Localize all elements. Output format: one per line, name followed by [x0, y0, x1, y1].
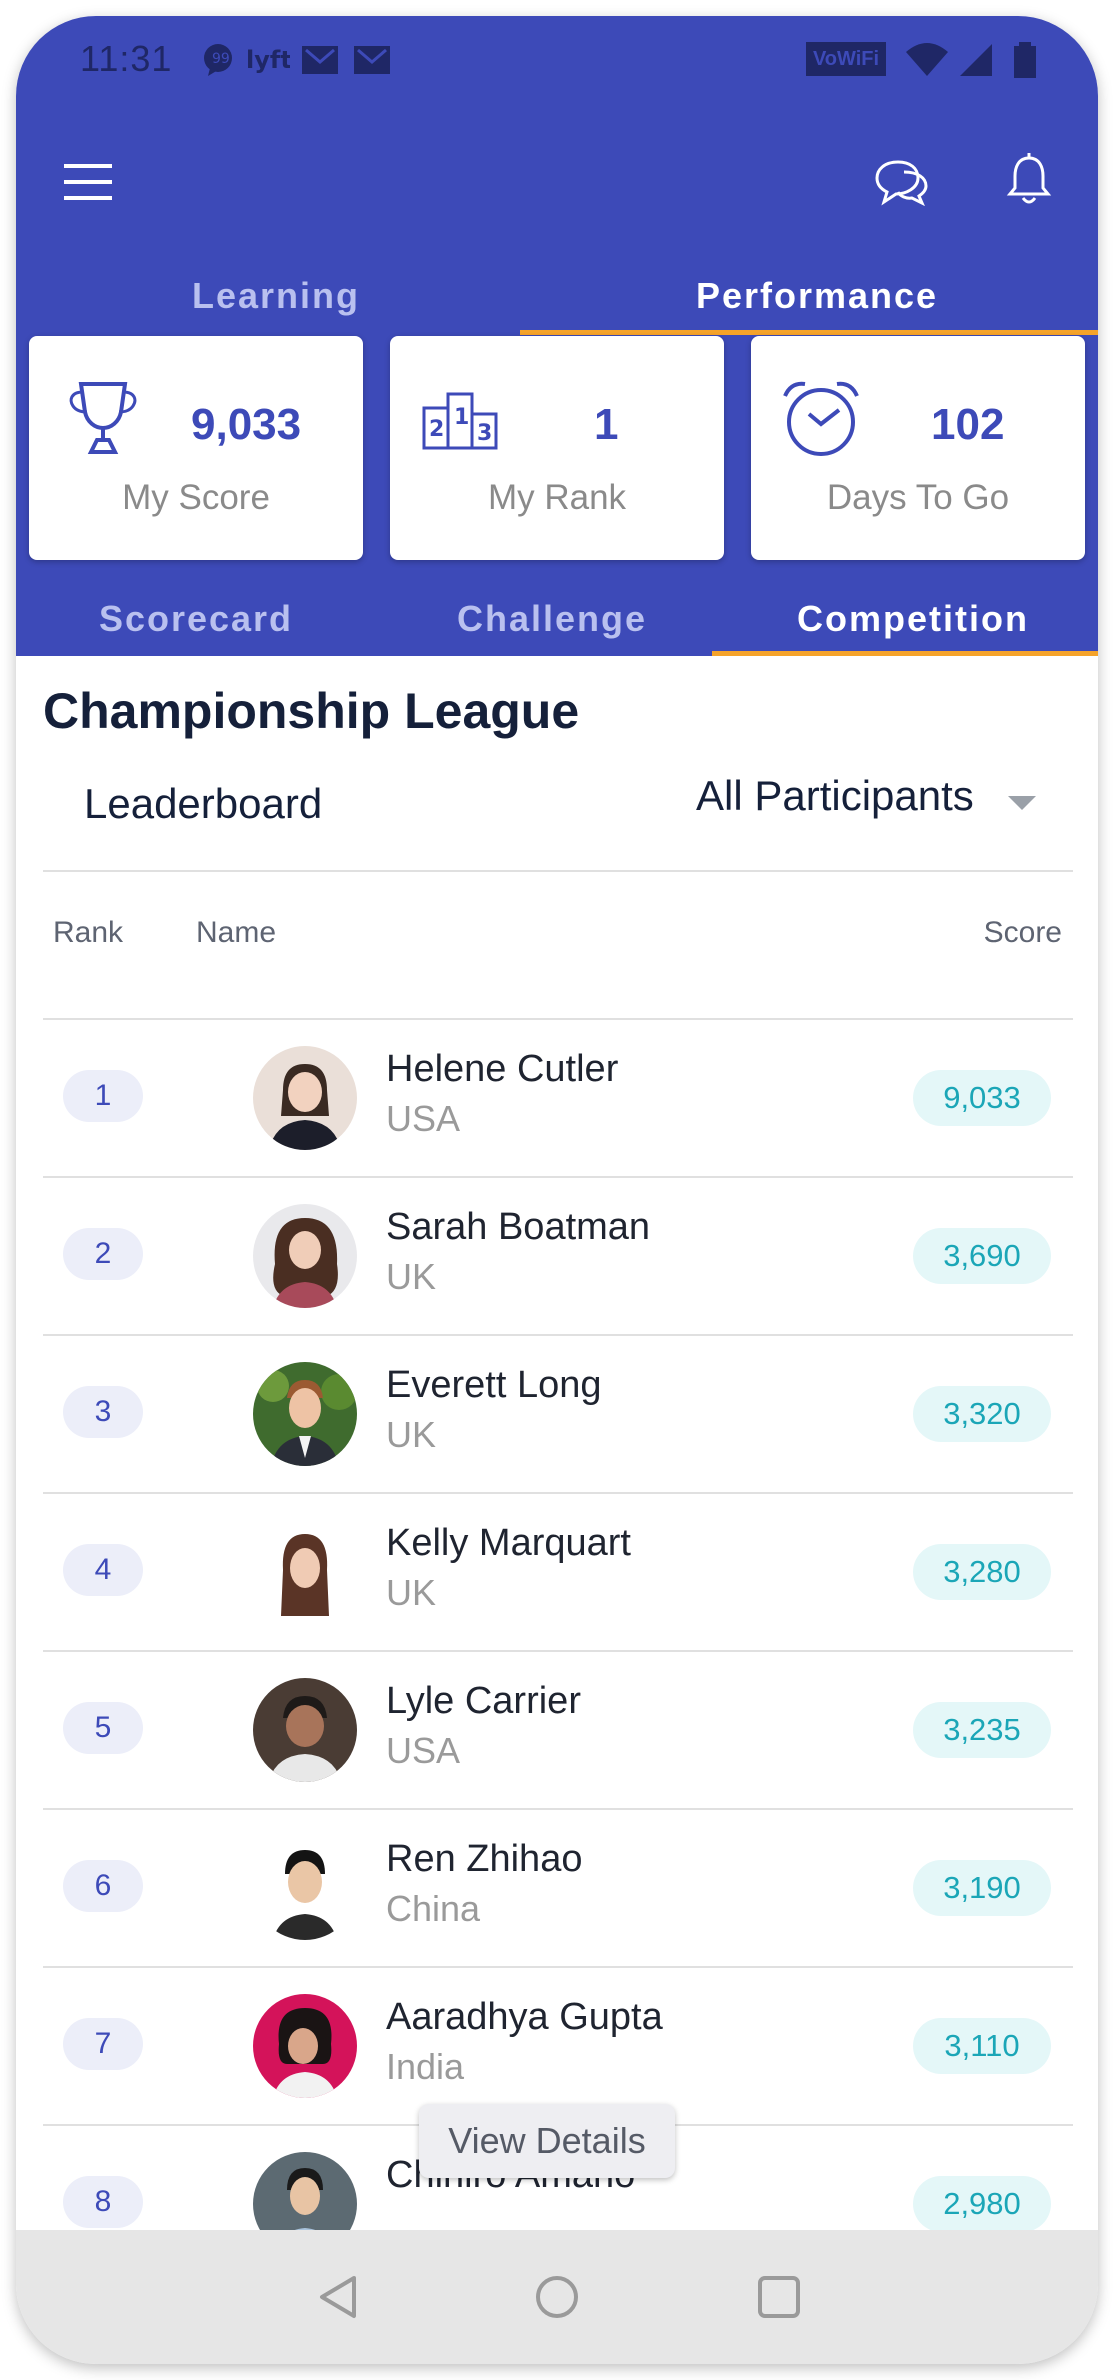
tab-performance[interactable]: Performance — [536, 256, 1098, 336]
chevron-down-icon — [1008, 796, 1036, 810]
participant-country: UK — [386, 1414, 437, 1455]
score-badge: 3,690 — [913, 1228, 1051, 1284]
avatar — [253, 1204, 357, 1308]
participant-name: Lyle Carrier — [386, 1680, 581, 1722]
leaderboard-row[interactable]: 2 Sarah Boatman UK 3,690 — [43, 1178, 1073, 1336]
participant-name: Helene Cutler — [386, 1048, 619, 1090]
league-title: Championship League — [43, 683, 580, 739]
svg-text:1: 1 — [454, 405, 469, 430]
avatar — [253, 1362, 357, 1466]
participant-country: UK — [386, 1572, 437, 1613]
leaderboard-row[interactable]: 7 Aaradhya Gupta India 3,110 — [43, 1968, 1073, 2126]
score-label: My Score — [122, 478, 270, 517]
stat-card-score[interactable]: 9,033 My Score — [29, 336, 363, 560]
avatar — [253, 1520, 357, 1624]
alarm-clock-icon — [783, 381, 859, 456]
leaderboard-row[interactable]: 5 Lyle Carrier USA 3,235 — [43, 1652, 1073, 1810]
notification-bell-icon[interactable] — [1006, 152, 1052, 208]
main-tabs: Learning Performance — [16, 256, 1098, 336]
leaderboard-row[interactable]: 1 Helene Cutler USA 9,033 — [43, 1020, 1073, 1178]
participants-filter-dropdown[interactable]: All Participants — [696, 772, 1036, 832]
view-details-tooltip[interactable]: View Details — [419, 2104, 675, 2178]
filter-selected-value: All Participants — [696, 772, 974, 819]
svg-text:99: 99 — [212, 51, 230, 67]
tab-challenge[interactable]: Challenge — [376, 598, 728, 640]
rank-label: My Rank — [487, 478, 627, 517]
performance-subtabs: Scorecard Challenge Competition — [16, 582, 1098, 656]
avatar — [253, 1046, 357, 1150]
trophy-icon — [69, 382, 137, 454]
tab-learning[interactable]: Learning — [16, 256, 536, 336]
rank-badge: 5 — [63, 1702, 143, 1754]
chat-icon[interactable] — [874, 156, 930, 206]
score-badge: 3,190 — [913, 1860, 1051, 1916]
subtab-indicator — [712, 651, 1098, 656]
score-badge: 3,320 — [913, 1386, 1051, 1442]
score-value: 9,033 — [191, 400, 302, 449]
avatar — [253, 1836, 357, 1940]
stat-card-rank[interactable]: 2 1 3 1 My Rank — [390, 336, 724, 560]
avatar — [253, 1994, 357, 2098]
participant-name: Aaradhya Gupta — [386, 1996, 663, 2038]
participant-name: Everett Long — [386, 1364, 602, 1406]
back-icon[interactable] — [316, 2274, 360, 2320]
svg-text:2: 2 — [429, 417, 444, 442]
participant-country: USA — [386, 1098, 461, 1139]
recents-icon[interactable] — [756, 2274, 802, 2320]
status-bar: 11:31 99 lyft VoWiFi — [16, 16, 1098, 112]
participant-country: USA — [386, 1730, 461, 1771]
rank-badge: 4 — [63, 1544, 143, 1596]
phone-frame: 11:31 99 lyft VoWiFi Learning Performanc… — [16, 16, 1098, 2364]
column-header-score[interactable]: Score — [984, 916, 1062, 950]
participant-name: Kelly Marquart — [386, 1522, 631, 1564]
score-badge: 3,110 — [913, 2018, 1051, 2074]
leaderboard-row[interactable]: 3 Everett Long UK 3,320 — [43, 1336, 1073, 1494]
rank-badge: 2 — [63, 1228, 143, 1280]
score-badge: 9,033 — [913, 1070, 1051, 1126]
rank-badge: 6 — [63, 1860, 143, 1912]
signal-icon — [960, 44, 992, 76]
battery-icon — [1014, 42, 1036, 78]
participant-country: UK — [386, 1256, 437, 1297]
column-header-name[interactable]: Name — [196, 916, 276, 950]
rank-badge: 7 — [63, 2018, 143, 2070]
chat-notification-icon: 99 — [204, 44, 232, 76]
podium-icon: 2 1 3 — [422, 392, 498, 450]
participant-country: India — [386, 2046, 465, 2087]
home-icon[interactable] — [534, 2274, 580, 2320]
vowifi-badge: VoWiFi — [806, 42, 886, 76]
svg-text:3: 3 — [477, 421, 492, 446]
mail-icon — [302, 46, 338, 74]
participant-name: Sarah Boatman — [386, 1206, 651, 1248]
menu-icon[interactable] — [62, 162, 114, 202]
leaderboard-row[interactable]: 4 Kelly Marquart UK 3,280 — [43, 1494, 1073, 1652]
wifi-icon — [906, 43, 948, 76]
tab-indicator — [520, 330, 1098, 335]
leaderboard-label: Leaderboard — [84, 780, 323, 827]
tab-competition[interactable]: Competition — [728, 598, 1098, 640]
rank-badge: 1 — [63, 1070, 143, 1122]
participant-country: China — [386, 1888, 481, 1929]
rank-badge: 3 — [63, 1386, 143, 1438]
stat-card-days[interactable]: 102 Days To Go — [751, 336, 1085, 560]
status-time: 11:31 — [80, 38, 173, 79]
score-badge: 2,980 — [913, 2176, 1051, 2232]
rank-value: 1 — [594, 400, 619, 449]
mail-icon — [354, 46, 390, 74]
svg-text:lyft: lyft — [246, 46, 290, 74]
rank-badge: 8 — [63, 2176, 143, 2228]
system-navigation-bar — [16, 2230, 1098, 2364]
divider — [43, 870, 1073, 872]
score-badge: 3,280 — [913, 1544, 1051, 1600]
leaderboard-row[interactable]: 6 Ren Zhihao China 3,190 — [43, 1810, 1073, 1968]
days-label: Days To Go — [826, 478, 1010, 517]
lyft-icon: lyft — [246, 46, 290, 74]
participant-name: Ren Zhihao — [386, 1838, 583, 1880]
avatar — [253, 1678, 357, 1782]
score-badge: 3,235 — [913, 1702, 1051, 1758]
days-value: 102 — [931, 400, 1005, 449]
column-header-rank[interactable]: Rank — [53, 916, 123, 950]
tab-scorecard[interactable]: Scorecard — [16, 598, 376, 640]
